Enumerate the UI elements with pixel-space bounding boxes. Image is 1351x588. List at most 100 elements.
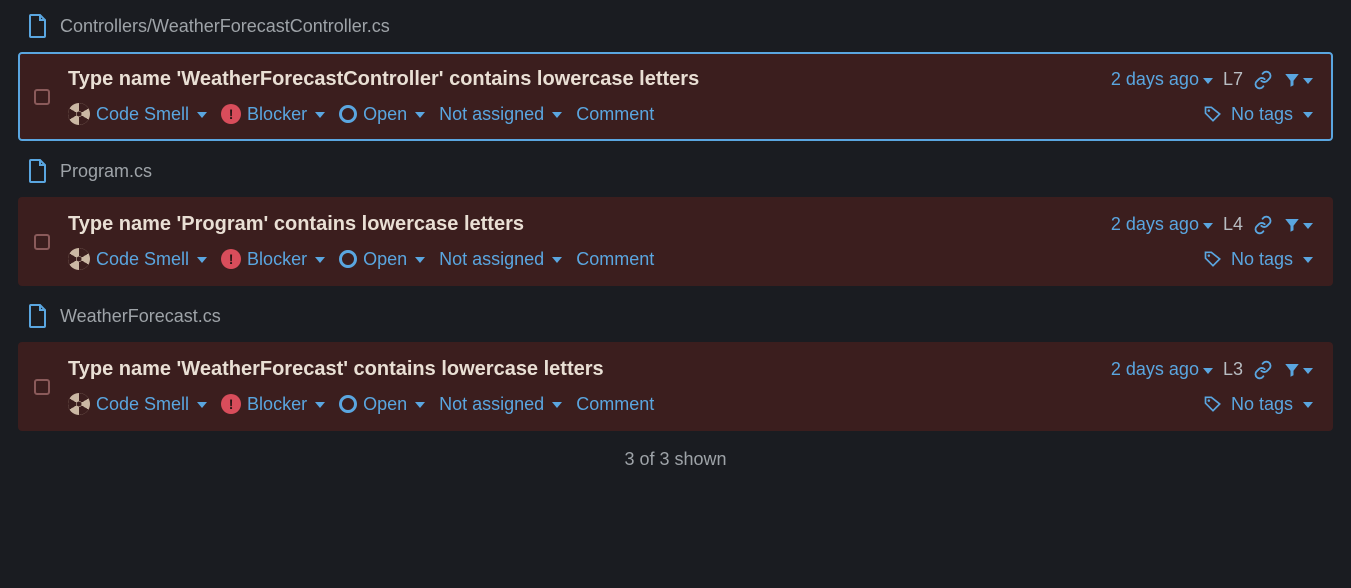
issue-title[interactable]: Type name 'WeatherForecastController' co…	[68, 68, 699, 91]
issue-card[interactable]: Type name 'WeatherForecast' contains low…	[18, 342, 1333, 431]
file-icon	[28, 14, 48, 38]
file-header[interactable]: Program.cs	[18, 159, 1333, 183]
status-label: Open	[363, 249, 407, 270]
severity-label: Blocker	[247, 104, 307, 125]
status-label: Open	[363, 394, 407, 415]
caret-down-icon	[415, 112, 425, 118]
file-icon	[28, 304, 48, 328]
tag-icon	[1203, 394, 1223, 414]
issue-line: L4	[1223, 214, 1243, 235]
caret-down-icon	[552, 112, 562, 118]
assignee-dropdown[interactable]: Not assigned	[439, 104, 562, 125]
assignee-label: Not assigned	[439, 104, 544, 125]
status-dropdown[interactable]: Open	[339, 104, 425, 125]
file-header[interactable]: WeatherForecast.cs	[18, 304, 1333, 328]
issue-age-dropdown[interactable]: 2 days ago	[1111, 359, 1213, 380]
comment-link[interactable]: Comment	[576, 104, 654, 125]
blocker-icon: !	[221, 104, 241, 124]
file-path: Program.cs	[60, 161, 152, 182]
tags-label: No tags	[1231, 394, 1293, 415]
open-status-icon	[339, 250, 357, 268]
issue-age-label: 2 days ago	[1111, 214, 1199, 235]
caret-down-icon	[315, 112, 325, 118]
caret-down-icon	[415, 402, 425, 408]
issue-title[interactable]: Type name 'WeatherForecast' contains low…	[68, 358, 604, 381]
file-header[interactable]: Controllers/WeatherForecastController.cs	[18, 14, 1333, 38]
issue-type-label: Code Smell	[96, 249, 189, 270]
tags-label: No tags	[1231, 104, 1293, 125]
caret-down-icon	[1303, 112, 1313, 118]
issue-type-dropdown[interactable]: Code Smell	[68, 393, 207, 415]
caret-down-icon	[1303, 223, 1313, 229]
issue-type-dropdown[interactable]: Code Smell	[68, 103, 207, 125]
assignee-dropdown[interactable]: Not assigned	[439, 394, 562, 415]
blocker-icon: !	[221, 394, 241, 414]
results-count: 3 of 3 shown	[18, 449, 1333, 470]
severity-dropdown[interactable]: ! Blocker	[221, 104, 325, 125]
permalink-icon[interactable]	[1253, 70, 1273, 90]
status-label: Open	[363, 104, 407, 125]
code-smell-icon	[68, 103, 90, 125]
issue-title[interactable]: Type name 'Program' contains lowercase l…	[68, 213, 524, 236]
issue-type-label: Code Smell	[96, 394, 189, 415]
comment-link[interactable]: Comment	[576, 249, 654, 270]
file-icon	[28, 159, 48, 183]
issue-checkbox[interactable]	[34, 234, 50, 250]
caret-down-icon	[315, 257, 325, 263]
tags-dropdown[interactable]: No tags	[1203, 394, 1313, 415]
severity-label: Blocker	[247, 394, 307, 415]
filter-dropdown[interactable]	[1283, 361, 1313, 379]
caret-down-icon	[197, 257, 207, 263]
file-path: WeatherForecast.cs	[60, 306, 221, 327]
assignee-label: Not assigned	[439, 394, 544, 415]
issue-type-label: Code Smell	[96, 104, 189, 125]
issue-type-dropdown[interactable]: Code Smell	[68, 248, 207, 270]
issue-card[interactable]: Type name 'Program' contains lowercase l…	[18, 197, 1333, 286]
issue-age-label: 2 days ago	[1111, 69, 1199, 90]
issue-card[interactable]: Type name 'WeatherForecastController' co…	[18, 52, 1333, 141]
caret-down-icon	[415, 257, 425, 263]
caret-down-icon	[1203, 368, 1213, 374]
caret-down-icon	[1303, 257, 1313, 263]
tag-icon	[1203, 104, 1223, 124]
caret-down-icon	[1203, 78, 1213, 84]
assignee-label: Not assigned	[439, 249, 544, 270]
caret-down-icon	[1203, 223, 1213, 229]
caret-down-icon	[1303, 402, 1313, 408]
tags-label: No tags	[1231, 249, 1293, 270]
status-dropdown[interactable]: Open	[339, 249, 425, 270]
caret-down-icon	[1303, 368, 1313, 374]
assignee-dropdown[interactable]: Not assigned	[439, 249, 562, 270]
caret-down-icon	[197, 112, 207, 118]
issue-age-label: 2 days ago	[1111, 359, 1199, 380]
tag-icon	[1203, 249, 1223, 269]
issue-line: L3	[1223, 359, 1243, 380]
severity-dropdown[interactable]: ! Blocker	[221, 394, 325, 415]
open-status-icon	[339, 105, 357, 123]
caret-down-icon	[552, 402, 562, 408]
caret-down-icon	[197, 402, 207, 408]
severity-label: Blocker	[247, 249, 307, 270]
caret-down-icon	[552, 257, 562, 263]
issue-checkbox[interactable]	[34, 89, 50, 105]
status-dropdown[interactable]: Open	[339, 394, 425, 415]
severity-dropdown[interactable]: ! Blocker	[221, 249, 325, 270]
issue-checkbox[interactable]	[34, 379, 50, 395]
open-status-icon	[339, 395, 357, 413]
filter-dropdown[interactable]	[1283, 216, 1313, 234]
caret-down-icon	[1303, 78, 1313, 84]
filter-dropdown[interactable]	[1283, 71, 1313, 89]
issue-age-dropdown[interactable]: 2 days ago	[1111, 69, 1213, 90]
comment-link[interactable]: Comment	[576, 394, 654, 415]
caret-down-icon	[315, 402, 325, 408]
issue-line: L7	[1223, 69, 1243, 90]
tags-dropdown[interactable]: No tags	[1203, 249, 1313, 270]
blocker-icon: !	[221, 249, 241, 269]
code-smell-icon	[68, 248, 90, 270]
permalink-icon[interactable]	[1253, 215, 1273, 235]
permalink-icon[interactable]	[1253, 360, 1273, 380]
issue-age-dropdown[interactable]: 2 days ago	[1111, 214, 1213, 235]
file-path: Controllers/WeatherForecastController.cs	[60, 16, 390, 37]
tags-dropdown[interactable]: No tags	[1203, 104, 1313, 125]
code-smell-icon	[68, 393, 90, 415]
